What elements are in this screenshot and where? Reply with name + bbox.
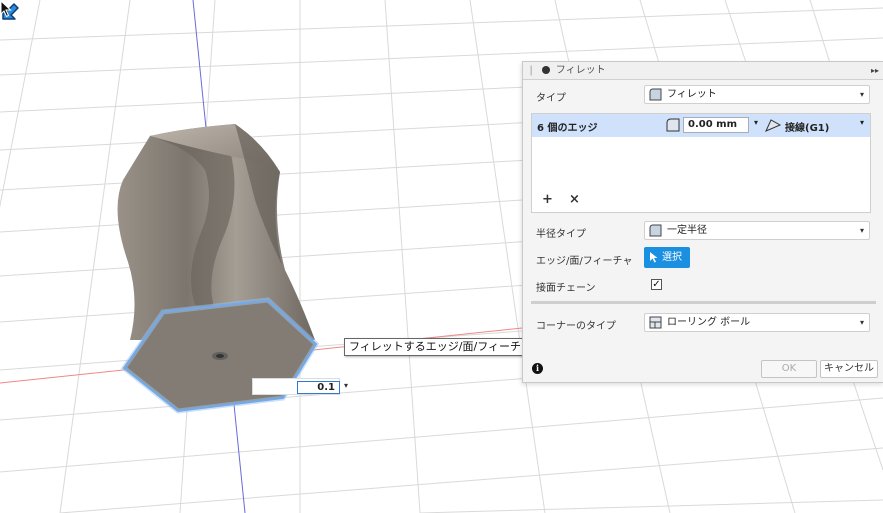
panel-title: フィレット (555, 65, 606, 76)
chevron-down-icon: ▾ (859, 90, 864, 99)
fillet-panel: ❘ フィレット ▸▸ タイプ フィレット ▾ 6 個のエッジ 0.00 mm ▾… (522, 61, 883, 383)
type-value: フィレット (667, 89, 717, 100)
corner-type-label: コーナーのタイプ (536, 321, 616, 332)
canvas-input-field[interactable]: 0.1 (252, 378, 340, 395)
radius-type-value: 一定半径 (667, 225, 707, 236)
mouse-pointer-icon (0, 0, 12, 18)
panel-header[interactable]: ❘ フィレット ▸▸ (523, 62, 883, 80)
grip-icon[interactable]: ❘ (527, 65, 535, 76)
tangent-chain-row: 接面チェーン ✓ (523, 272, 883, 298)
corner-type-select[interactable]: ローリング ボール ▾ (644, 313, 870, 332)
ok-button[interactable]: OK (761, 360, 817, 378)
corner-type-row: コーナーのタイプ ローリング ボール ▾ (523, 310, 883, 336)
select-button-label: 選択 (662, 252, 682, 263)
chevron-down-icon[interactable]: ▾ (344, 381, 348, 390)
fillet-dot-icon (541, 66, 550, 74)
type-row: タイプ フィレット ▾ (523, 82, 883, 108)
radius-input[interactable]: 0.00 mm (683, 117, 749, 133)
type-label: タイプ (536, 93, 566, 104)
tangency-value[interactable]: 接線(G1) (785, 119, 829, 134)
cursor-arrow-icon (650, 252, 658, 263)
chevron-down-icon[interactable]: ▾ (754, 118, 758, 127)
rolling-ball-icon (649, 316, 662, 329)
edge-selection-list: 6 個のエッジ 0.00 mm ▾ 接線(G1) ▾ + × (531, 113, 871, 213)
selection-label: エッジ/面/フィーチャ (536, 256, 633, 267)
select-button[interactable]: 選択 (644, 247, 690, 268)
list-tools: + × (542, 192, 592, 207)
radius-type-select[interactable]: 一定半径 ▾ (644, 221, 870, 240)
type-select[interactable]: フィレット ▾ (644, 85, 870, 104)
chevron-down-icon[interactable]: ▾ (860, 118, 864, 127)
expand-panel-icon[interactable]: ▸▸ (871, 62, 879, 79)
fillet-type-icon (649, 88, 662, 101)
section-divider (531, 301, 876, 304)
edge-count-label: 6 個のエッジ (537, 123, 598, 134)
tangent-chain-checkbox[interactable]: ✓ (651, 279, 662, 290)
info-icon[interactable]: i (532, 363, 543, 374)
tangent-g1-icon (765, 119, 781, 132)
tangent-chain-label: 接面チェーン (536, 283, 596, 294)
radius-type-label: 半径タイプ (536, 229, 586, 240)
selection-row: エッジ/面/フィーチャ 選択 (523, 245, 883, 271)
radius-canvas-input[interactable]: 0.1 ▾ (252, 378, 348, 396)
corner-type-value: ローリング ボール (667, 317, 751, 328)
remove-edge-button[interactable]: × (569, 192, 580, 207)
chevron-down-icon: ▾ (859, 226, 864, 235)
constant-radius-icon (649, 224, 662, 237)
cancel-button[interactable]: キャンセル (820, 360, 878, 378)
canvas-input-value[interactable]: 0.1 (297, 381, 340, 394)
radius-icon (666, 118, 680, 132)
chevron-down-icon: ▾ (859, 318, 864, 327)
radius-type-row: 半径タイプ 一定半径 ▾ (523, 218, 883, 244)
edge-set-row[interactable]: 6 個のエッジ 0.00 mm ▾ 接線(G1) ▾ (532, 114, 870, 137)
add-edge-button[interactable]: + (542, 192, 553, 207)
